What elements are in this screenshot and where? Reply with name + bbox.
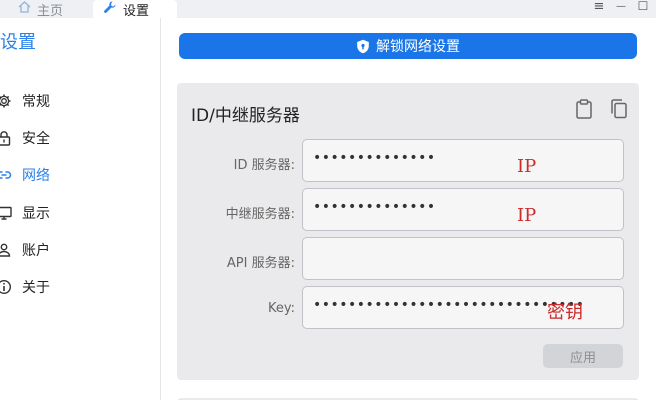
server-settings-card: ID/中继服务器 ID 服务器: •••••••••••••• IP 中继服务器… <box>177 83 639 380</box>
sidebar-item-network[interactable]: 网络 <box>0 163 150 187</box>
unlock-button-label: 解锁网络设置 <box>376 39 460 55</box>
key-input[interactable]: ••••••••••••••••••••••••••••••••••••••••… <box>302 286 624 329</box>
tab-home[interactable]: 主页 <box>0 0 90 19</box>
sidebar-item-label: 关于 <box>22 280 50 296</box>
sidebar-item-label: 账户 <box>22 243 50 259</box>
sidebar-item-general[interactable]: 常规 <box>0 89 150 113</box>
id-server-label: ID 服务器: <box>233 158 295 173</box>
sidebar-item-security[interactable]: 安全 <box>0 126 150 150</box>
tab-edge <box>0 2 3 14</box>
sidebar-item-label: 显示 <box>22 206 50 222</box>
id-server-annotation: IP <box>517 156 537 177</box>
copy-icon[interactable] <box>608 98 630 120</box>
shield-icon <box>356 39 370 54</box>
monitor-icon <box>0 205 12 221</box>
sidebar-title: 设置 <box>0 32 36 53</box>
sidebar-item-label: 网络 <box>22 168 50 184</box>
tab-home-label: 主页 <box>37 3 64 19</box>
link-icon <box>0 167 12 183</box>
sidebar-item-display[interactable]: 显示 <box>0 201 150 225</box>
home-icon <box>18 1 31 17</box>
apply-button[interactable]: 应用 <box>543 344 623 368</box>
clipboard-icon[interactable] <box>573 98 595 120</box>
api-server-label: API 服务器: <box>226 256 295 271</box>
main-panel: 解锁网络设置 ID/中继服务器 ID 服务器: •••••••••••••• I… <box>162 18 656 400</box>
card-title: ID/中继服务器 <box>191 106 300 126</box>
key-value: ••••••••••••••••••••••••••••••••••••••••… <box>313 297 583 313</box>
key-annotation: 密钥 <box>547 302 583 323</box>
relay-server-label: 中继服务器: <box>225 207 295 222</box>
menu-icon[interactable]: ≡ <box>589 0 609 14</box>
relay-server-input[interactable]: •••••••••••••• IP <box>302 188 624 231</box>
minimize-icon[interactable]: — <box>611 1 631 12</box>
wrench-icon <box>103 0 117 18</box>
sidebar-item-label: 常规 <box>22 94 50 110</box>
key-label: Key: <box>267 301 295 316</box>
sidebar-item-label: 安全 <box>22 131 50 147</box>
tab-settings[interactable]: 设置 <box>93 0 177 19</box>
sidebar-item-about[interactable]: 关于 <box>0 275 150 299</box>
tab-bar: 主页 设置 ≡ — ☐ <box>0 0 656 19</box>
user-icon <box>0 242 12 258</box>
id-server-value: •••••••••••••• <box>313 150 436 166</box>
sidebar-item-account[interactable]: 账户 <box>0 238 150 262</box>
id-server-input[interactable]: •••••••••••••• IP <box>302 139 624 182</box>
relay-server-value: •••••••••••••• <box>313 199 436 215</box>
relay-server-annotation: IP <box>517 205 537 226</box>
tab-settings-label: 设置 <box>123 3 150 19</box>
sidebar: 设置 常规 安全 网络 显示 账户 关于 <box>0 18 161 400</box>
maximize-icon[interactable]: ☐ <box>633 0 653 13</box>
unlock-network-settings-button[interactable]: 解锁网络设置 <box>179 33 637 59</box>
api-server-input[interactable] <box>302 237 624 280</box>
info-icon <box>0 279 12 295</box>
lock-icon <box>0 130 12 146</box>
gear-icon <box>0 93 12 109</box>
